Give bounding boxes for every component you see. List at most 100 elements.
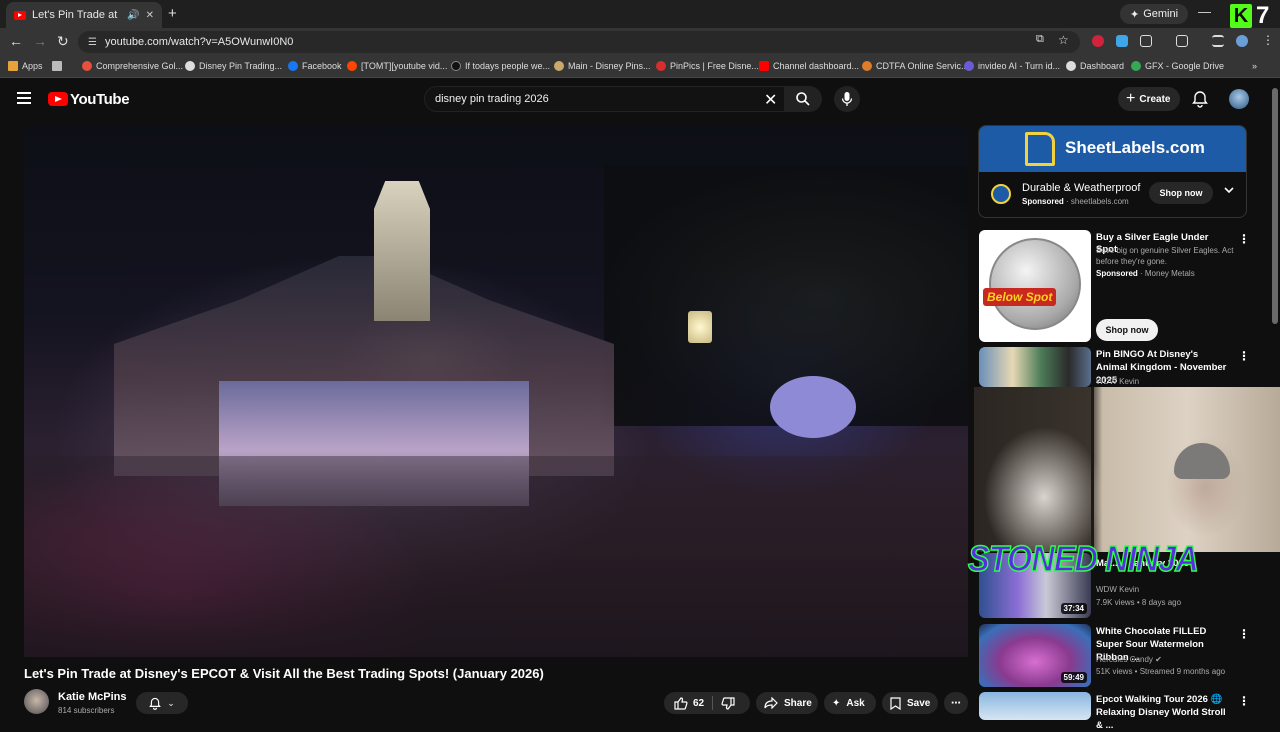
channel-name[interactable]: Katie McPins bbox=[58, 691, 126, 703]
rec-stats: 51K views • Streamed 9 months ago bbox=[1096, 667, 1226, 676]
like-dislike-group: 62 bbox=[664, 692, 750, 714]
profile-icon[interactable] bbox=[1236, 35, 1248, 47]
search-icon bbox=[796, 92, 810, 106]
subscriber-count: 814 subscribers bbox=[58, 706, 115, 715]
speaker-icon[interactable]: 🔊 bbox=[127, 10, 139, 21]
page-scrollbar[interactable] bbox=[1272, 88, 1278, 324]
bookmark-item[interactable]: [TOMT][youtube vid... bbox=[347, 61, 447, 71]
bookmark-item[interactable]: Channel dashboard... bbox=[759, 61, 859, 71]
search-button[interactable] bbox=[784, 86, 822, 112]
bookmark-item[interactable]: CDTFA Online Servic... bbox=[862, 61, 969, 71]
close-tab-icon[interactable]: ✕ bbox=[146, 10, 154, 21]
share-label: Share bbox=[784, 697, 812, 709]
webcam-overlay bbox=[974, 387, 1280, 552]
subscribed-notifications-button[interactable]: ⌄ bbox=[136, 692, 188, 714]
corner-number: 7 bbox=[1256, 2, 1270, 29]
rec-title[interactable]: Epcot Walking Tour 2026 🌐 Relaxing Disne… bbox=[1096, 693, 1231, 732]
youtube-favicon-icon bbox=[14, 10, 26, 20]
like-button[interactable]: 62 bbox=[674, 696, 705, 710]
create-button[interactable]: + Create bbox=[1118, 87, 1181, 111]
voice-search-button[interactable] bbox=[834, 86, 860, 112]
bookmark-item[interactable]: invideo AI - Turn id... bbox=[964, 61, 1060, 71]
minimize-icon[interactable]: — bbox=[1198, 4, 1211, 19]
rec-channel[interactable]: Hercules Candy ✔ bbox=[1096, 654, 1162, 666]
account-avatar[interactable] bbox=[1229, 89, 1249, 109]
share-button[interactable]: Share bbox=[756, 692, 818, 714]
url-text: youtube.com/watch?v=A5OWunwI0N0 bbox=[104, 36, 294, 48]
youtube-logo-icon[interactable] bbox=[48, 92, 68, 106]
extension-red-icon[interactable] bbox=[1092, 35, 1104, 47]
reload-icon[interactable]: ↻ bbox=[57, 33, 69, 50]
channel-avatar[interactable] bbox=[24, 689, 49, 714]
more-options-icon[interactable]: ⋮ bbox=[1238, 349, 1250, 363]
ask-button[interactable]: ✦ Ask bbox=[824, 692, 876, 714]
search-input[interactable]: disney pin trading 2026 bbox=[424, 86, 786, 112]
youtube-logo-text[interactable]: YouTube bbox=[70, 91, 130, 108]
video-frame-crowd bbox=[24, 456, 968, 657]
like-count: 62 bbox=[693, 697, 705, 709]
new-tab-icon[interactable]: + bbox=[168, 5, 177, 22]
bookmark-item[interactable]: Main - Disney Pins... bbox=[554, 61, 651, 71]
plus-icon: + bbox=[1126, 90, 1136, 107]
more-actions-icon[interactable]: ⋯ bbox=[944, 692, 968, 714]
apps-grid-icon[interactable] bbox=[52, 61, 66, 71]
rec-channel[interactable]: WDW Kevin bbox=[1096, 584, 1139, 596]
ad-banner[interactable]: SheetLabels.com bbox=[979, 126, 1246, 172]
ad-brand: SheetLabels.com bbox=[1065, 138, 1205, 157]
reading-list-icon[interactable] bbox=[1212, 35, 1224, 47]
more-options-icon[interactable]: ⋮ bbox=[1238, 232, 1250, 246]
site-info-icon[interactable]: ☰ bbox=[88, 37, 97, 48]
more-options-icon[interactable]: ⋮ bbox=[1238, 627, 1250, 641]
share-arrow-icon bbox=[764, 697, 778, 709]
forward-icon[interactable]: → bbox=[33, 33, 47, 49]
ad-sponsored-line: Sponsored · sheetlabels.com bbox=[1022, 197, 1129, 206]
thumbs-up-icon bbox=[674, 696, 688, 710]
sparkle-icon: ✦ bbox=[832, 697, 841, 709]
address-bar[interactable]: ☰ youtube.com/watch?v=A5OWunwI0N0 bbox=[78, 31, 1080, 53]
more-bookmarks-icon[interactable]: » bbox=[1252, 61, 1257, 71]
stream-overlay-text: STONED NINJA bbox=[967, 537, 1199, 580]
extension-blue-icon[interactable] bbox=[1116, 35, 1128, 47]
promo-shop-now-button[interactable]: Shop now bbox=[1096, 319, 1158, 341]
save-label: Save bbox=[907, 697, 931, 709]
ad-shop-now-button[interactable]: Shop now bbox=[1149, 182, 1213, 204]
sponsored-ad-card[interactable]: SheetLabels.com Durable & Weatherproof S… bbox=[978, 125, 1247, 218]
promo-thumbnail[interactable]: Below Spot bbox=[979, 230, 1091, 342]
thumbs-down-icon[interactable] bbox=[721, 696, 735, 710]
bookmark-item[interactable]: Facebook bbox=[288, 61, 342, 71]
bookmark-item[interactable]: GFX - Google Drive bbox=[1131, 61, 1224, 71]
bookmark-apps[interactable]: Apps bbox=[8, 61, 43, 71]
notifications-bell-icon[interactable] bbox=[1192, 90, 1208, 113]
browser-tab[interactable]: Let's Pin Trade at Disney's E 🔊 ✕ bbox=[6, 2, 162, 28]
menu-icon[interactable] bbox=[17, 92, 31, 104]
video-duration: 37:34 bbox=[1060, 603, 1087, 614]
sparkle-icon: ✦ bbox=[1130, 8, 1140, 21]
rec-thumbnail[interactable] bbox=[979, 692, 1091, 720]
split-view-icon[interactable] bbox=[1176, 35, 1188, 47]
bookmark-item[interactable]: Dashboard bbox=[1066, 61, 1124, 71]
gemini-button[interactable]: ✦ Gemini bbox=[1120, 4, 1189, 24]
bookmark-item[interactable]: PinPics | Free Disne... bbox=[656, 61, 759, 71]
ask-label: Ask bbox=[846, 697, 865, 709]
extensions-puzzle-icon[interactable] bbox=[1140, 35, 1152, 47]
webcam-divider bbox=[1091, 387, 1094, 552]
bookmark-star-icon[interactable]: ☆ bbox=[1058, 33, 1069, 47]
rec-thumbnail[interactable] bbox=[979, 347, 1091, 387]
bookmark-item[interactable]: Comprehensive Gol... bbox=[82, 61, 183, 71]
video-player[interactable] bbox=[24, 126, 968, 657]
chevron-down-icon[interactable] bbox=[1223, 184, 1235, 196]
install-app-icon[interactable]: ⧉ bbox=[1036, 33, 1044, 46]
save-button[interactable]: Save bbox=[882, 692, 938, 714]
back-icon[interactable]: ← bbox=[9, 33, 23, 49]
gemini-label: Gemini bbox=[1143, 8, 1179, 20]
bookmark-item[interactable]: If todays people we... bbox=[451, 61, 550, 71]
browser-menu-icon[interactable]: ⋮ bbox=[1262, 33, 1274, 47]
verified-icon: ✔ bbox=[1155, 655, 1162, 664]
rec-thumbnail[interactable]: 59:49 bbox=[979, 624, 1091, 687]
video-frame-lamp bbox=[688, 311, 712, 343]
clear-search-icon[interactable]: ✕ bbox=[764, 90, 777, 110]
silver-coin-image bbox=[989, 238, 1081, 330]
bookmark-item[interactable]: Disney Pin Trading... bbox=[185, 61, 282, 71]
microphone-icon bbox=[841, 92, 853, 106]
more-options-icon[interactable]: ⋮ bbox=[1238, 694, 1250, 708]
